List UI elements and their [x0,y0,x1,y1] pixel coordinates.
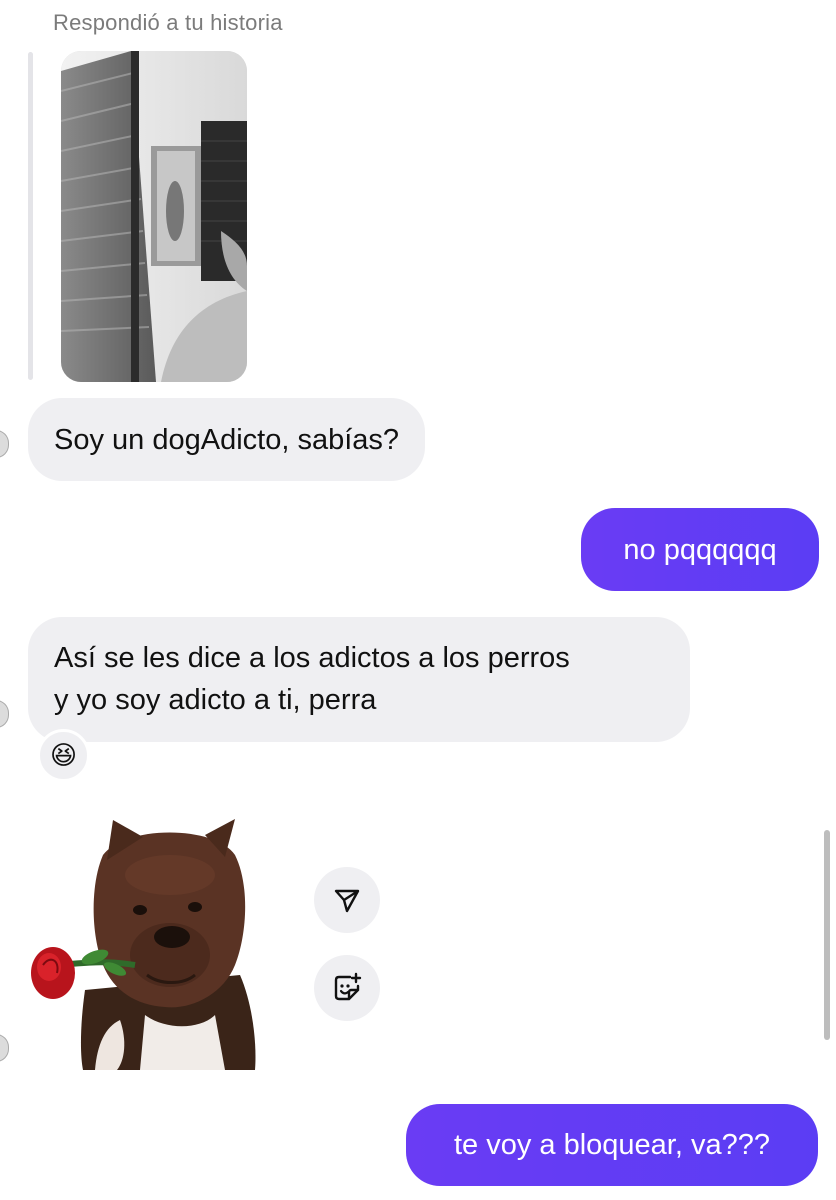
message-text-line: y yo soy adicto a ti, perra [54,684,377,716]
story-reply-label: Respondió a tu historia [53,10,283,35]
scrollbar[interactable] [824,830,830,1040]
laughing-emoji-icon: 😆 [49,740,78,770]
outgoing-message-bubble[interactable]: no pqqqqqq [581,508,819,591]
sticker-image [31,819,256,1070]
message-reaction[interactable]: 😆 [37,729,90,782]
message-text-line: Así se les dice a los adictos a los perr… [54,642,570,674]
share-icon [334,889,360,913]
save-sticker-button[interactable] [314,955,380,1021]
sender-avatar[interactable] [0,1034,9,1062]
reply-indicator-bar [28,52,33,380]
story-thumbnail[interactable] [61,51,247,382]
incoming-message-bubble[interactable]: Así se les dice a los adictos a los perr… [28,617,690,742]
add-sticker-icon [334,972,362,1001]
message-text: no pqqqqqq [623,533,777,566]
share-button[interactable] [314,867,380,933]
sender-avatar[interactable] [0,700,9,728]
sender-avatar[interactable] [0,430,9,458]
outgoing-message-bubble[interactable]: te voy a bloquear, va??? [406,1104,818,1186]
message-text: Soy un dogAdicto, sabías? [54,423,400,456]
message-text: te voy a bloquear, va??? [453,1129,770,1161]
incoming-message-bubble[interactable]: Soy un dogAdicto, sabías? [28,398,426,481]
dog-with-rose-sticker[interactable] [25,815,295,1070]
story-photo [61,51,247,382]
